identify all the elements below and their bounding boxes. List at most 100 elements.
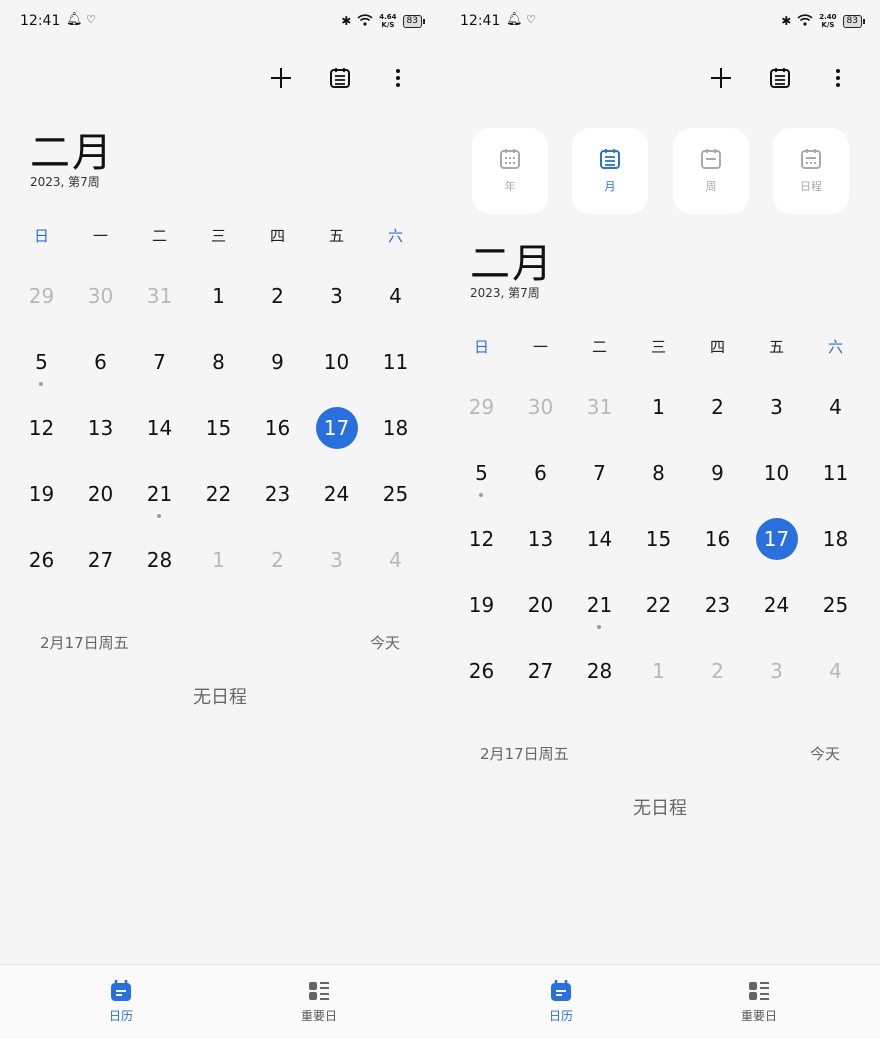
day-cell[interactable]: 12 [12,416,71,440]
day-cell[interactable]: 2 [248,284,307,308]
day-cell[interactable]: 29 [12,284,71,308]
day-cell[interactable]: 1 [629,659,688,683]
day-cell[interactable]: 4 [366,548,425,572]
today-button[interactable] [762,60,798,96]
day-cell[interactable]: 1 [629,395,688,419]
day-cell[interactable]: 10 [747,461,806,485]
day-cell[interactable]: 20 [511,593,570,617]
day-cell[interactable]: 5 [12,350,71,386]
more-button[interactable] [820,60,856,96]
day-number: 20 [527,593,554,617]
battery-icon: 83 [402,14,426,28]
day-cell[interactable]: 11 [806,461,865,485]
add-button[interactable] [263,60,299,96]
day-number: 30 [527,395,554,419]
day-cell[interactable]: 14 [130,416,189,440]
day-number: 2 [711,659,724,683]
day-cell[interactable]: 10 [307,350,366,374]
day-cell[interactable]: 23 [688,593,747,617]
add-icon [711,68,731,88]
day-cell[interactable]: 11 [366,350,425,374]
day-cell[interactable]: 9 [688,461,747,485]
day-cell[interactable]: 8 [189,350,248,374]
day-cell[interactable]: 6 [71,350,130,374]
today-button-label[interactable]: 今天 [810,743,840,764]
day-cell[interactable]: 2 [688,395,747,419]
view-week-button[interactable]: 周 [673,128,749,214]
day-number: 5 [475,461,488,485]
day-cell[interactable]: 3 [747,659,806,683]
day-cell[interactable]: 8 [629,461,688,485]
today-button-label[interactable]: 今天 [370,632,400,653]
day-cell[interactable]: 1 [189,548,248,572]
more-button[interactable] [380,60,416,96]
day-cell[interactable]: 27 [511,659,570,683]
tab-important-days[interactable]: 重要日 [259,979,379,1024]
day-cell-selected[interactable]: 17 [307,407,366,449]
day-cell[interactable]: 4 [806,395,865,419]
day-cell[interactable]: 14 [570,527,629,551]
day-cell[interactable]: 4 [806,659,865,683]
weekday-label: 日 [473,338,489,356]
day-cell[interactable]: 24 [307,482,366,506]
day-cell[interactable]: 30 [511,395,570,419]
day-cell[interactable]: 23 [248,482,307,506]
day-number: 23 [704,593,731,617]
day-cell[interactable]: 29 [452,395,511,419]
day-number: 11 [382,350,409,374]
weekday-label: 四 [709,338,725,356]
day-cell[interactable]: 9 [248,350,307,374]
day-cell[interactable]: 2 [688,659,747,683]
day-cell[interactable]: 31 [570,395,629,419]
weekday-label: 五 [768,338,784,356]
tab-calendar[interactable]: 日历 [61,979,181,1024]
weekday-label: 三 [650,338,666,356]
day-cell[interactable]: 16 [248,416,307,440]
day-cell-selected[interactable]: 17 [747,518,806,560]
day-cell[interactable]: 7 [130,350,189,374]
day-cell[interactable]: 12 [452,527,511,551]
day-cell[interactable]: 4 [366,284,425,308]
view-year-button[interactable]: 年 [472,128,548,214]
add-button[interactable] [703,60,739,96]
day-cell[interactable]: 1 [189,284,248,308]
day-cell[interactable]: 2 [248,548,307,572]
day-cell[interactable]: 18 [366,416,425,440]
day-cell[interactable]: 22 [189,482,248,506]
day-cell[interactable]: 7 [570,461,629,485]
view-month-button[interactable]: 月 [572,128,648,214]
tab-calendar[interactable]: 日历 [501,979,621,1024]
day-cell[interactable]: 27 [71,548,130,572]
tab-important-days[interactable]: 重要日 [699,979,819,1024]
day-cell[interactable]: 20 [71,482,130,506]
day-cell[interactable]: 31 [130,284,189,308]
day-cell[interactable]: 3 [307,548,366,572]
day-cell[interactable]: 26 [12,548,71,572]
day-cell[interactable]: 15 [629,527,688,551]
day-cell[interactable]: 16 [688,527,747,551]
day-cell[interactable]: 21 [570,593,629,629]
day-cell[interactable]: 22 [629,593,688,617]
view-agenda-button[interactable]: 日程 [773,128,849,214]
day-cell[interactable]: 24 [747,593,806,617]
day-cell[interactable]: 21 [130,482,189,518]
day-cell[interactable]: 13 [511,527,570,551]
day-cell[interactable]: 19 [452,593,511,617]
day-cell[interactable]: 5 [452,461,511,497]
day-cell[interactable]: 25 [366,482,425,506]
weekday-label: 六 [827,338,843,356]
day-cell[interactable]: 30 [71,284,130,308]
day-cell[interactable]: 18 [806,527,865,551]
day-cell[interactable]: 13 [71,416,130,440]
day-cell[interactable]: 6 [511,461,570,485]
day-cell[interactable]: 28 [130,548,189,572]
day-cell[interactable]: 25 [806,593,865,617]
day-cell[interactable]: 3 [747,395,806,419]
day-cell[interactable]: 28 [570,659,629,683]
day-cell[interactable]: 15 [189,416,248,440]
day-cell[interactable]: 19 [12,482,71,506]
week-row: 5 6 7 8 9 10 11 [12,350,426,390]
day-cell[interactable]: 3 [307,284,366,308]
today-button[interactable] [322,60,358,96]
day-cell[interactable]: 26 [452,659,511,683]
